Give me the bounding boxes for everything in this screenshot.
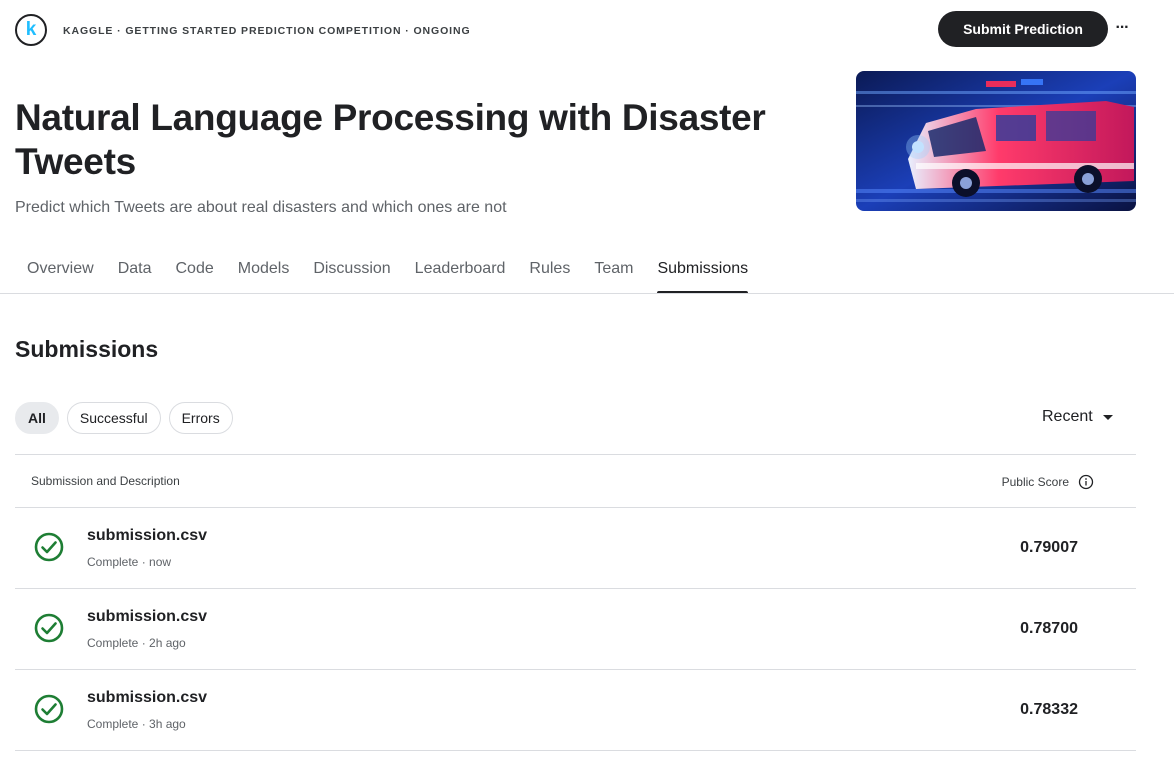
submissions-table: Submission and Description Public Score … bbox=[15, 454, 1136, 751]
kaggle-logo[interactable]: k bbox=[15, 14, 47, 46]
filter-all-chip[interactable]: All bbox=[15, 402, 59, 434]
public-score: 0.78332 bbox=[1020, 701, 1078, 718]
caret-down-icon bbox=[1102, 414, 1113, 420]
filter-successful-chip[interactable]: Successful bbox=[66, 402, 161, 434]
tab-submissions[interactable]: Submissions bbox=[645, 252, 760, 294]
table-row[interactable]: submission.csv Complete · 2h ago 0.78700 bbox=[15, 589, 1136, 670]
tab-data[interactable]: Data bbox=[106, 252, 164, 294]
tab-leaderboard[interactable]: Leaderboard bbox=[403, 252, 518, 294]
submission-filename[interactable]: submission.csv bbox=[87, 689, 207, 707]
section-title: Submissions bbox=[15, 336, 159, 362]
page-title: Natural Language Processing with Disaste… bbox=[15, 97, 766, 182]
page-subtitle: Predict which Tweets are about real disa… bbox=[15, 199, 507, 216]
public-score: 0.78700 bbox=[1020, 620, 1078, 637]
submission-filename[interactable]: submission.csv bbox=[87, 527, 207, 545]
info-icon[interactable] bbox=[1078, 474, 1094, 490]
tabs-divider bbox=[0, 293, 1174, 294]
more-options-icon[interactable]: ··· bbox=[1112, 18, 1132, 38]
competition-banner-image bbox=[856, 71, 1136, 211]
submit-prediction-button[interactable]: Submit Prediction bbox=[938, 11, 1108, 47]
check-circle-icon bbox=[34, 532, 64, 562]
submission-status: Complete · 2h ago bbox=[87, 636, 186, 650]
filter-errors-chip[interactable]: Errors bbox=[168, 402, 233, 434]
check-circle-icon bbox=[34, 694, 64, 724]
tab-models[interactable]: Models bbox=[226, 252, 302, 294]
table-row[interactable]: submission.csv Complete · 3h ago 0.78332 bbox=[15, 670, 1136, 751]
column-header-score-label: Public Score bbox=[1001, 475, 1069, 489]
submission-status: Complete · 3h ago bbox=[87, 717, 186, 731]
sort-label: Recent bbox=[1042, 408, 1093, 425]
public-score: 0.79007 bbox=[1020, 539, 1078, 556]
column-header-score: Public Score bbox=[1002, 474, 1094, 490]
tab-team[interactable]: Team bbox=[582, 252, 645, 294]
tab-rules[interactable]: Rules bbox=[517, 252, 582, 294]
column-header-submission: Submission and Description bbox=[31, 474, 180, 488]
filter-chips: All Successful Errors bbox=[15, 402, 233, 434]
sort-dropdown[interactable]: Recent bbox=[1042, 408, 1113, 426]
table-row[interactable]: submission.csv Complete · now 0.79007 bbox=[15, 508, 1136, 589]
submission-status: Complete · now bbox=[87, 555, 172, 569]
tab-discussion[interactable]: Discussion bbox=[301, 252, 402, 294]
submission-filename[interactable]: submission.csv bbox=[87, 608, 207, 626]
breadcrumb: KAGGLE · GETTING STARTED PREDICTION COMP… bbox=[63, 25, 471, 37]
top-bar: k KAGGLE · GETTING STARTED PREDICTION CO… bbox=[0, 0, 1174, 60]
tab-code[interactable]: Code bbox=[163, 252, 225, 294]
competition-tabs: Overview Data Code Models Discussion Lea… bbox=[15, 252, 760, 294]
check-circle-icon bbox=[34, 613, 64, 643]
kaggle-logo-letter: k bbox=[25, 18, 37, 40]
tab-overview[interactable]: Overview bbox=[15, 252, 106, 294]
table-header: Submission and Description Public Score bbox=[15, 454, 1136, 508]
